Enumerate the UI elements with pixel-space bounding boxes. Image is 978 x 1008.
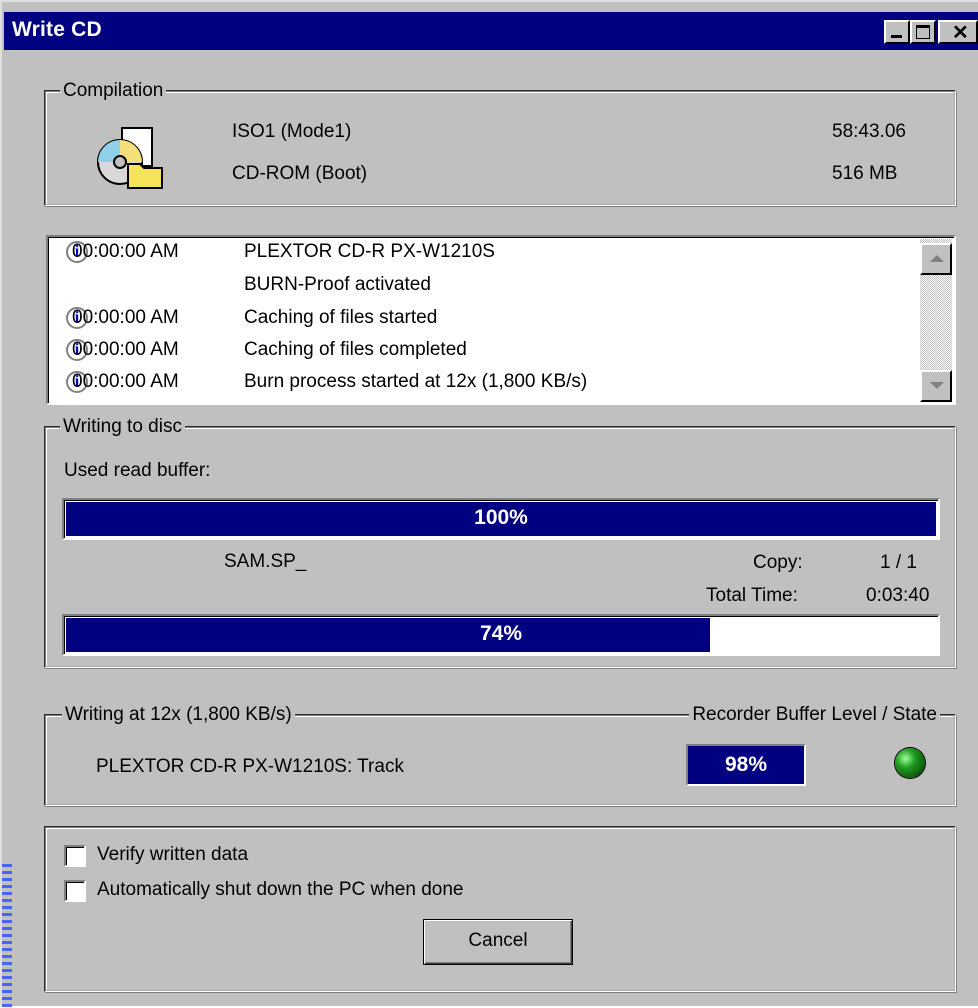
log-listbox[interactable]: i 00:00:00 AM PLEXTOR CD-R PX-W1210S BUR… (46, 235, 956, 405)
close-icon: ✕ (952, 22, 969, 44)
shutdown-checkbox[interactable] (64, 880, 86, 902)
maximize-button[interactable] (910, 20, 936, 44)
copy-label: Copy: (753, 552, 803, 573)
write-progress-percent: 74% (479, 622, 523, 645)
arrow-up-icon (930, 255, 944, 262)
compilation-name: ISO1 (Mode1) (232, 121, 352, 142)
verify-checkbox[interactable] (64, 845, 86, 867)
log-time: 00:00:00 AM (72, 371, 179, 392)
compilation-group: Compilation (44, 79, 956, 206)
cd-compilation-icon (97, 127, 163, 189)
total-time-label: Total Time: (706, 585, 798, 606)
close-button[interactable]: ✕ (938, 20, 978, 44)
copy-value: 1 / 1 (880, 552, 917, 573)
read-buffer-bar: 100% (62, 498, 940, 540)
window-title: Write CD (12, 18, 102, 41)
recorder-buffer-level: 98% (686, 744, 806, 786)
compilation-type: CD-ROM (Boot) (232, 163, 368, 184)
writing-legend: Writing to disc (60, 415, 185, 439)
read-buffer-percent: 100% (474, 506, 528, 529)
log-scrollbar[interactable] (920, 239, 952, 402)
total-time-value: 0:03:40 (866, 585, 930, 606)
write-progress-bar: 74% (62, 614, 940, 656)
cancel-button[interactable]: Cancel (423, 919, 573, 965)
log-message: PLEXTOR CD-R PX-W1210S (244, 241, 495, 262)
minimize-button[interactable] (884, 20, 910, 44)
log-message: Caching of files started (244, 307, 438, 328)
shutdown-label[interactable]: Automatically shut down the PC when done (97, 878, 464, 902)
compilation-legend: Compilation (60, 79, 167, 103)
title-bar[interactable]: Write CD ✕ (4, 12, 978, 50)
scroll-down-button[interactable] (920, 370, 952, 402)
arrow-down-icon (930, 382, 944, 389)
write-cd-window: Write CD ✕ Compilation ISO1 (Mode1) CD-R… (0, 0, 978, 1008)
buffer-label: Used read buffer: (64, 460, 211, 481)
verify-label[interactable]: Verify written data (97, 843, 248, 867)
log-time: 00:00:00 AM (72, 241, 179, 262)
log-message: BURN-Proof activated (244, 274, 431, 295)
scroll-up-button[interactable] (920, 243, 952, 275)
log-time: 00:00:00 AM (72, 339, 179, 360)
log-message: Burn process started at 12x (1,800 KB/s) (244, 371, 588, 392)
device-track: PLEXTOR CD-R PX-W1210S: Track (96, 756, 404, 777)
side-watermark (2, 864, 12, 1008)
current-file: SAM.SP_ (224, 551, 307, 572)
recorder-state-legend: Recorder Buffer Level / State (689, 703, 940, 727)
recorder-legend: Writing at 12x (1,800 KB/s) (62, 703, 295, 727)
compilation-duration: 58:43.06 (832, 121, 906, 142)
log-message: Caching of files completed (244, 339, 467, 360)
compilation-size: 516 MB (832, 163, 898, 184)
recorder-state-led-icon (895, 748, 925, 778)
log-time: 00:00:00 AM (72, 307, 179, 328)
